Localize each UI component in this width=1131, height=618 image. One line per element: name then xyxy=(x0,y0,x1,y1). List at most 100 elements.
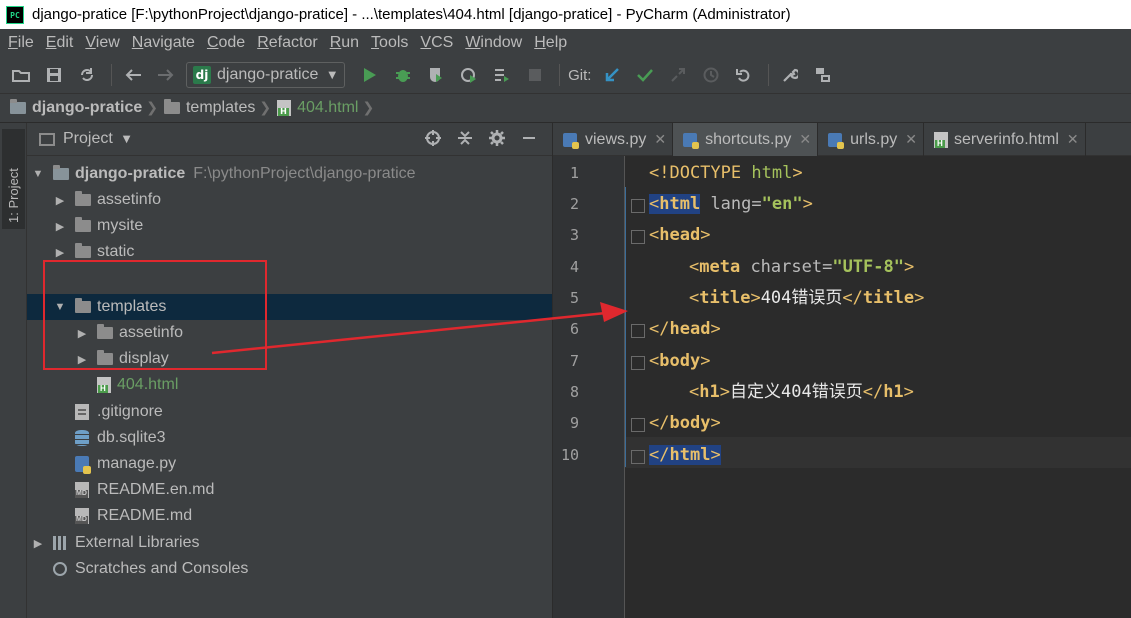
tree-item-db-sqlite3[interactable]: db.sqlite3 xyxy=(27,425,552,451)
chevron-down-icon: ▼ xyxy=(328,69,337,81)
code-token: h1 xyxy=(699,382,720,402)
fold-marker-icon[interactable] xyxy=(631,230,645,244)
panel-header-actions xyxy=(412,123,540,156)
project-view-selector[interactable]: Project xyxy=(63,130,113,148)
fold-marker-icon[interactable] xyxy=(631,199,645,213)
tree-item-root[interactable]: ▼ django-pratice F:\pythonProject\django… xyxy=(27,161,552,187)
code-editor[interactable]: 1 2 3 4 5 6 7 8 9 10 <!DOCTYPE html> <ht… xyxy=(553,156,1131,618)
menu-help[interactable]: Help xyxy=(528,34,573,52)
code-token: > xyxy=(700,351,711,371)
settings-wrench-icon[interactable] xyxy=(777,62,803,88)
code-token: 404错误页 xyxy=(760,288,843,308)
code-token: 自定义404错误页 xyxy=(729,382,863,402)
tree-item-gitignore[interactable]: .gitignore xyxy=(27,399,552,425)
breadcrumb-templates[interactable]: templates xyxy=(186,99,255,117)
toolbar-separator xyxy=(559,64,561,86)
line-number: 9 xyxy=(569,414,579,432)
git-compare-icon[interactable] xyxy=(665,62,691,88)
menu-vcs[interactable]: VCS xyxy=(414,34,459,52)
fold-marker-icon[interactable] xyxy=(631,356,645,370)
stop-icon[interactable] xyxy=(522,62,548,88)
navigation-bar: django-pratice ❯ templates ❯ 404.html ❯ xyxy=(0,94,1131,123)
tree-item-label: assetinfo xyxy=(97,191,162,208)
tree-item-label: README.en.md xyxy=(97,481,215,498)
folder-icon xyxy=(10,99,26,114)
tab-serverinfo-html[interactable]: serverinfo.html ✕ xyxy=(924,123,1086,156)
git-update-icon[interactable] xyxy=(599,62,625,88)
tree-item-readme-en-md[interactable]: README.en.md xyxy=(27,477,552,503)
code-token: < xyxy=(649,194,660,214)
breadcrumb-project[interactable]: django-pratice xyxy=(32,99,142,117)
html-file-icon xyxy=(277,100,292,116)
collapse-all-icon[interactable] xyxy=(454,130,476,150)
save-all-icon[interactable] xyxy=(41,62,67,88)
code-line: <h1>自定义404错误页</h1> xyxy=(689,377,914,408)
gear-icon[interactable] xyxy=(486,129,508,150)
collapsed-arrow-icon[interactable]: ▶ xyxy=(31,537,45,550)
open-folder-icon[interactable] xyxy=(8,62,34,88)
menu-tools[interactable]: Tools xyxy=(365,34,414,52)
project-structure-icon[interactable] xyxy=(810,62,836,88)
tree-item-scratches[interactable]: Scratches and Consoles xyxy=(27,556,552,582)
run-configuration-label: django-pratice xyxy=(217,66,319,83)
code-line: </body> xyxy=(649,408,721,439)
collapsed-arrow-icon[interactable]: ▶ xyxy=(53,246,67,259)
menu-run[interactable]: Run xyxy=(324,34,365,52)
chevron-down-icon[interactable]: ▼ xyxy=(123,134,131,145)
close-icon[interactable]: ✕ xyxy=(799,131,811,148)
code-token: < xyxy=(689,257,700,277)
synchronize-icon[interactable] xyxy=(74,62,100,88)
code-token: body xyxy=(659,351,701,371)
tree-item-manage-py[interactable]: manage.py xyxy=(27,451,552,477)
indent-guide xyxy=(625,187,626,467)
git-history-icon[interactable] xyxy=(698,62,724,88)
back-arrow-icon[interactable] xyxy=(120,62,146,88)
tab-shortcuts-py[interactable]: shortcuts.py ✕ xyxy=(673,123,819,156)
hide-panel-icon[interactable] xyxy=(518,130,540,150)
tree-item-mysite[interactable]: ▶ mysite xyxy=(27,213,552,239)
tab-urls-py[interactable]: urls.py ✕ xyxy=(818,123,924,156)
fold-marker-icon[interactable] xyxy=(631,324,645,338)
menu-window[interactable]: Window xyxy=(459,34,528,52)
run-concurrency-icon[interactable] xyxy=(489,62,515,88)
run-configuration-selector[interactable]: dj django-pratice ▼ xyxy=(186,62,346,88)
breadcrumb-file[interactable]: 404.html xyxy=(297,99,358,117)
close-icon[interactable]: ✕ xyxy=(1067,131,1079,148)
collapsed-arrow-icon[interactable]: ▶ xyxy=(53,220,67,233)
expanded-arrow-icon[interactable]: ▼ xyxy=(31,168,45,180)
locate-target-icon[interactable] xyxy=(422,129,444,150)
tree-item-assetinfo[interactable]: ▶ assetinfo xyxy=(27,187,552,213)
menu-file[interactable]: File xyxy=(2,34,40,52)
menu-refactor[interactable]: Refactor xyxy=(251,34,323,52)
fold-marker-icon[interactable] xyxy=(631,418,645,432)
tree-item-label: static xyxy=(97,243,135,260)
close-icon[interactable]: ✕ xyxy=(905,131,917,148)
code-token: > xyxy=(710,319,721,339)
forward-arrow-icon[interactable] xyxy=(153,62,179,88)
menu-code[interactable]: Code xyxy=(201,34,251,52)
markdown-file-icon xyxy=(75,508,89,524)
tree-item-readme-md[interactable]: README.md xyxy=(27,503,552,529)
code-token: > xyxy=(802,194,813,214)
tree-item-label: 404.html xyxy=(117,376,179,393)
code-line: <!DOCTYPE html> xyxy=(649,158,803,189)
window-title: django-pratice [F:\pythonProject\django-… xyxy=(32,6,791,23)
collapsed-arrow-icon[interactable]: ▶ xyxy=(53,194,67,207)
fold-marker-icon[interactable] xyxy=(631,450,645,464)
project-tool-window-tab[interactable]: 1: Project xyxy=(2,129,25,229)
run-icon[interactable] xyxy=(357,62,383,88)
git-commit-icon[interactable] xyxy=(632,62,658,88)
tree-item-404-html[interactable]: 404.html xyxy=(27,372,552,398)
annotation-highlight-box xyxy=(43,260,267,370)
tab-views-py[interactable]: views.py ✕ xyxy=(553,123,674,156)
tree-item-label: Scratches and Consoles xyxy=(75,560,249,577)
profile-icon[interactable] xyxy=(456,62,482,88)
tree-item-external-libraries[interactable]: ▶ External Libraries xyxy=(27,530,552,556)
menu-navigate[interactable]: Navigate xyxy=(126,34,201,52)
debug-icon[interactable] xyxy=(390,62,416,88)
git-rollback-icon[interactable] xyxy=(731,62,757,88)
menu-view[interactable]: View xyxy=(79,34,125,52)
menu-edit[interactable]: Edit xyxy=(40,34,80,52)
run-with-coverage-icon[interactable] xyxy=(423,62,449,88)
close-icon[interactable]: ✕ xyxy=(654,131,666,148)
